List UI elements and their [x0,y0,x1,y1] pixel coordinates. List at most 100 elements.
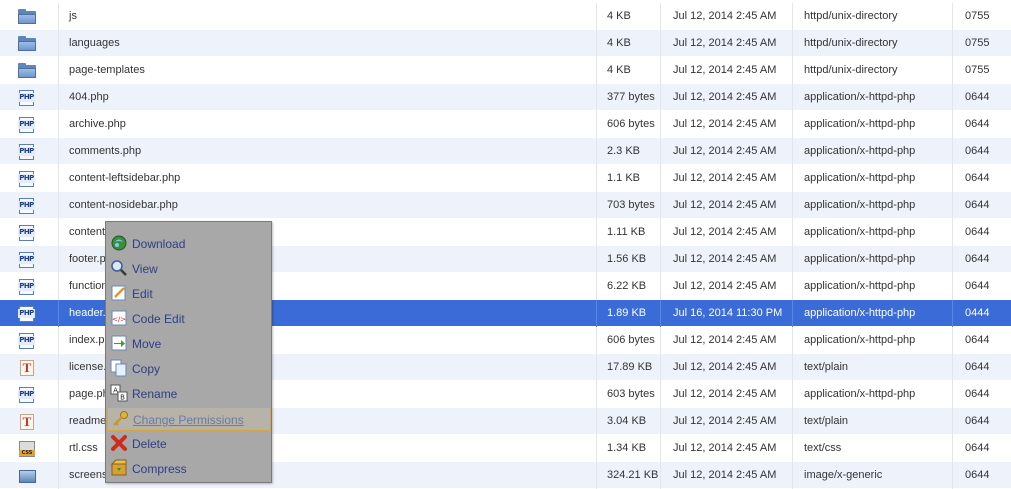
file-row[interactable]: PHP archive.php 606 bytes Jul 12, 2014 2:45… [0,111,1011,138]
file-icon-cell[interactable]: PHP [4,165,59,192]
menu-item-change-permissions[interactable]: Change Permissions [107,407,271,431]
file-permissions[interactable]: 0644 [954,219,1011,246]
file-row[interactable]: PHP 404.php 377 bytes Jul 12, 2014 2:45 AM a… [0,84,1011,111]
file-permissions[interactable]: 0644 [954,435,1011,462]
file-permissions[interactable]: 0644 [954,84,1011,111]
file-name[interactable]: content-leftsidebar.php [60,165,597,192]
file-size: 1.11 KB [598,219,661,246]
file-type: application/x-httpd-php [794,327,953,354]
file-type: httpd/unix-directory [794,57,953,84]
css-file-icon: CSS [18,441,36,457]
file-permissions[interactable]: 0644 [954,462,1011,489]
file-size: 603 bytes [598,381,661,408]
key-icon [111,410,129,428]
file-name[interactable]: js [60,3,597,30]
file-permissions[interactable]: 0755 [954,30,1011,57]
file-icon-cell[interactable] [4,3,59,30]
file-size: 703 bytes [598,192,661,219]
file-size: 1.1 KB [598,165,661,192]
file-type: application/x-httpd-php [794,165,953,192]
file-size: 4 KB [598,57,661,84]
file-icon-cell[interactable]: PHP [4,84,59,111]
php-file-icon: PHP [18,117,36,133]
file-date: Jul 12, 2014 2:45 AM [662,84,793,111]
file-icon-cell[interactable]: PHP [4,300,59,327]
file-date: Jul 12, 2014 2:45 AM [662,192,793,219]
file-type: image/x-generic [794,462,953,489]
php-file-icon: PHP [18,333,36,349]
menu-item-label: Code Edit [132,312,185,326]
menu-item-copy[interactable]: Copy [107,357,271,381]
menu-item-label: Delete [132,437,167,451]
file-row[interactable]: PHP comments.php 2.3 KB Jul 12, 2014 2:45 A… [0,138,1011,165]
file-name[interactable]: content-nosidebar.php [60,192,597,219]
file-icon-cell[interactable]: PHP [4,381,59,408]
file-date: Jul 12, 2014 2:45 AM [662,354,793,381]
file-permissions[interactable]: 0644 [954,408,1011,435]
file-icon-cell[interactable]: T [4,354,59,381]
file-permissions[interactable]: 0644 [954,246,1011,273]
file-row[interactable]: js 4 KB Jul 12, 2014 2:45 AM httpd/unix-dir… [0,3,1011,30]
file-permissions[interactable]: 0644 [954,165,1011,192]
file-permissions[interactable]: 0644 [954,192,1011,219]
menu-item-label: View [132,262,158,276]
file-icon-cell[interactable]: PHP [4,219,59,246]
file-date: Jul 12, 2014 2:45 AM [662,138,793,165]
file-icon-cell[interactable]: CSS [4,435,59,462]
file-row[interactable]: page-templates 4 KB Jul 12, 2014 2:45 AM ht… [0,57,1011,84]
file-size: 4 KB [598,30,661,57]
menu-item-move[interactable]: Move [107,332,271,356]
file-size: 1.34 KB [598,435,661,462]
menu-item-rename[interactable]: A B Rename [107,382,271,406]
menu-item-code-edit[interactable]: </> Code Edit [107,307,271,331]
menu-item-compress[interactable]: Compress [107,457,271,481]
php-file-icon: PHP [18,306,36,322]
file-name[interactable]: languages [60,30,597,57]
download-icon [110,234,128,252]
file-permissions[interactable]: 0644 [954,381,1011,408]
file-permissions[interactable]: 0644 [954,273,1011,300]
file-icon-cell[interactable] [4,57,59,84]
file-name[interactable]: archive.php [60,111,597,138]
file-type: text/plain [794,408,953,435]
menu-item-view[interactable]: View [107,257,271,281]
rename-icon: AB [110,384,128,402]
file-icon-cell[interactable]: PHP [4,138,59,165]
menu-item-download[interactable]: Download [107,232,271,256]
menu-item-label: Copy [132,362,161,376]
file-permissions[interactable]: 0755 [954,57,1011,84]
file-icon-cell[interactable]: PHP [4,192,59,219]
file-permissions[interactable]: 0444 [954,300,1011,327]
file-permissions[interactable]: 0644 [954,354,1011,381]
file-size: 606 bytes [598,327,661,354]
menu-item-delete[interactable]: Delete [107,432,271,456]
file-date: Jul 12, 2014 2:45 AM [662,57,793,84]
file-name[interactable]: 404.php [60,84,597,111]
php-file-icon: PHP [18,387,36,403]
php-file-icon: PHP [18,198,36,214]
file-icon-cell[interactable]: PHP [4,273,59,300]
file-date: Jul 12, 2014 2:45 AM [662,327,793,354]
file-name[interactable]: page-templates [60,57,597,84]
menu-item-label: Download [132,237,186,251]
file-permissions[interactable]: 0644 [954,327,1011,354]
file-icon-cell[interactable] [4,30,59,57]
file-row[interactable]: languages 4 KB Jul 12, 2014 2:45 AM httpd/u… [0,30,1011,57]
text-file-icon: T [18,360,36,376]
file-name[interactable]: comments.php [60,138,597,165]
file-icon-cell[interactable]: PHP [4,246,59,273]
file-date: Jul 12, 2014 2:45 AM [662,3,793,30]
file-permissions[interactable]: 0755 [954,3,1011,30]
file-icon-cell[interactable]: PHP [4,111,59,138]
php-file-icon: PHP [18,144,36,160]
file-icon-cell[interactable]: T [4,408,59,435]
menu-item-edit[interactable]: Edit [107,282,271,306]
file-row[interactable]: PHP content-leftsidebar.php 1.1 KB Jul 12, … [0,165,1011,192]
file-row[interactable]: PHP content-nosidebar.php 703 bytes Jul 12,… [0,192,1011,219]
file-permissions[interactable]: 0644 [954,138,1011,165]
file-icon-cell[interactable] [4,462,59,489]
file-icon-cell[interactable]: PHP [4,327,59,354]
file-permissions[interactable]: 0644 [954,111,1011,138]
context-menu: Download View Edit </> Code Edit Move Copy A B Re… [105,221,272,483]
php-file-icon: PHP [18,90,36,106]
